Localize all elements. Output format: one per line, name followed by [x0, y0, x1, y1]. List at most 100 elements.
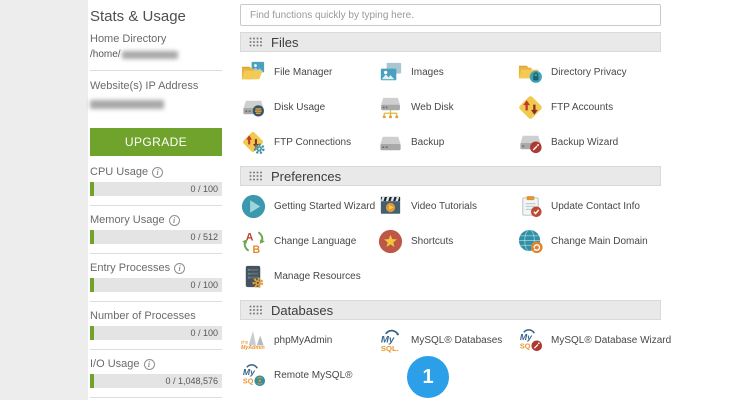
meter-bar: 0 / 100 [90, 182, 222, 196]
drag-grid-icon [249, 305, 262, 315]
drag-grid-icon [249, 171, 262, 181]
update-contact-info-icon [522, 196, 542, 218]
app-ftp-connections[interactable]: FTP Connections [240, 125, 377, 160]
shortcuts-icon [378, 229, 403, 254]
app-directory-privacy[interactable]: Directory Privacy [517, 55, 661, 90]
app-label: Video Tutorials [411, 201, 477, 212]
preferences-items: Getting Started Wizard Video Tutorials U… [240, 186, 661, 294]
app-backup[interactable]: Backup [377, 125, 517, 160]
home-directory-value: /home/ [90, 49, 222, 60]
sidebar-title: Stats & Usage [90, 8, 186, 25]
app-label: Images [411, 67, 444, 78]
meter-fill [90, 230, 94, 244]
app-label: Disk Usage [274, 102, 326, 113]
app-file-manager[interactable]: File Manager [240, 55, 377, 90]
file-manager-icon [241, 61, 265, 80]
app-remote-mysql[interactable]: My SQ Remote MySQL® [240, 358, 377, 393]
disk-usage-icon [243, 100, 264, 117]
upgrade-button[interactable]: UPGRADE [90, 128, 222, 156]
home-directory-label: Home Directory [90, 33, 167, 45]
meter-value: 0 / 1,048,576 [165, 376, 218, 386]
redacted-home-path [121, 50, 178, 59]
app-update-contact-info[interactable]: Update Contact Info [517, 189, 661, 224]
meter-fill [90, 182, 94, 196]
section-header-preferences[interactable]: Preferences [240, 166, 661, 186]
section-title: Preferences [271, 168, 342, 184]
ip-address-block: Website(s) IP Address [90, 80, 222, 114]
drag-grid-icon [249, 37, 262, 47]
app-label: Remote MySQL® [274, 370, 353, 381]
change-language-icon: A B [242, 231, 265, 255]
info-icon[interactable] [152, 166, 164, 178]
svg-text:MyAdmin: MyAdmin [241, 345, 266, 351]
directory-privacy-icon [518, 65, 542, 83]
stats-sidebar: Stats & Usage Home Directory /home/ Webs… [90, 0, 222, 400]
meter-fill [90, 326, 94, 340]
backup-icon [380, 136, 401, 151]
app-label: Change Main Domain [551, 236, 648, 247]
app-disk-usage[interactable]: Disk Usage [240, 90, 377, 125]
app-label: Directory Privacy [551, 67, 627, 78]
app-label: FTP Accounts [551, 102, 614, 113]
ftp-connections-icon [242, 131, 265, 155]
meter-fill [90, 374, 94, 388]
app-mysql-databases[interactable]: My SQL. MySQL® Databases [377, 323, 517, 358]
app-label: FTP Connections [274, 137, 352, 148]
manage-resources-icon [245, 265, 264, 289]
app-label: Getting Started Wizard [274, 201, 376, 212]
section-header-files[interactable]: Files [240, 32, 661, 52]
page-gutter [0, 0, 88, 400]
app-ftp-accounts[interactable]: FTP Accounts [517, 90, 661, 125]
app-change-main-domain[interactable]: Change Main Domain [517, 224, 661, 259]
app-mysql-database-wizard[interactable]: My SQ MySQL® Database Wizard [517, 323, 671, 358]
divider [90, 70, 222, 71]
app-phpmyadmin[interactable]: php MyAdmin phpMyAdmin [240, 323, 377, 358]
meter-label: Memory Usage [90, 214, 165, 226]
app-change-language[interactable]: A B Change Language [240, 224, 377, 259]
section-title: Databases [271, 302, 334, 318]
search-input[interactable] [240, 4, 661, 26]
svg-text:B: B [253, 244, 261, 255]
mysql-databases-icon: My SQL. [381, 329, 399, 353]
main-content: Files File Manager Images [240, 0, 671, 393]
files-items: File Manager Images Directory Privacy Di… [240, 52, 661, 160]
info-icon[interactable] [143, 358, 155, 370]
meter-label: Entry Processes [90, 262, 171, 274]
ftp-accounts-icon [519, 96, 542, 119]
app-backup-wizard[interactable]: Backup Wizard [517, 125, 661, 160]
svg-text:My: My [520, 332, 533, 342]
redacted-ip-address [90, 100, 164, 109]
meter-label: Number of Processes [90, 310, 196, 322]
home-path-prefix: /home/ [90, 49, 121, 60]
info-icon[interactable] [168, 214, 180, 226]
svg-text:My: My [243, 367, 256, 377]
app-label: File Manager [274, 67, 333, 78]
app-manage-resources[interactable]: Manage Resources [240, 259, 377, 294]
app-web-disk[interactable]: Web Disk [377, 90, 517, 125]
app-label: Manage Resources [274, 271, 361, 282]
info-icon[interactable] [174, 262, 186, 274]
app-label: Update Contact Info [551, 201, 640, 212]
ip-address-label: Website(s) IP Address [90, 80, 199, 92]
meter-cpu-usage: CPU Usage 0 / 100 [90, 166, 222, 206]
app-label: Backup Wizard [551, 137, 619, 148]
backup-wizard-icon [520, 135, 542, 154]
meter-value: 0 / 100 [190, 328, 218, 338]
section-title: Files [271, 34, 299, 50]
app-label: Backup [411, 137, 445, 148]
meter-fill [90, 278, 94, 292]
meter-memory-usage: Memory Usage 0 / 512 [90, 214, 222, 254]
section-header-databases[interactable]: Databases [240, 300, 661, 320]
app-video-tutorials[interactable]: Video Tutorials [377, 189, 517, 224]
svg-text:SQ: SQ [243, 377, 254, 386]
mysql-database-wizard-icon: My SQ [520, 329, 543, 352]
app-images[interactable]: Images [377, 55, 517, 90]
web-disk-icon [381, 97, 400, 119]
app-shortcuts[interactable]: Shortcuts [377, 224, 517, 259]
images-icon [380, 62, 402, 81]
phpmyadmin-icon: php MyAdmin [241, 330, 266, 351]
meter-bar: 0 / 1,048,576 [90, 374, 222, 388]
annotation-step-badge: 1 [407, 356, 449, 398]
app-getting-started-wizard[interactable]: Getting Started Wizard [240, 189, 377, 224]
app-label: MySQL® Database Wizard [551, 335, 672, 346]
